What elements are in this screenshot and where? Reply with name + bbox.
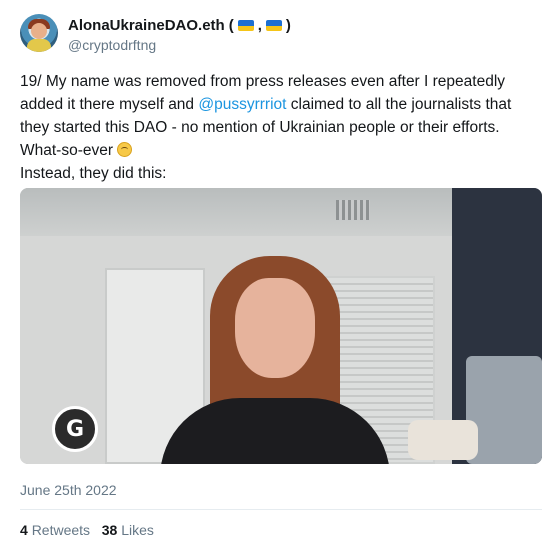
likes-count: 38 <box>101 522 118 538</box>
video-pillow <box>408 420 478 460</box>
tweet-text-last-line: Instead, they did this: <box>20 165 167 182</box>
channel-logo-icon: G <box>52 406 98 452</box>
retweets-label: Retweets <box>31 522 91 538</box>
tweet-date[interactable]: June 25th 2022 <box>20 482 117 498</box>
video-vent <box>336 200 370 220</box>
flags-open-paren: ( <box>228 17 234 34</box>
author-display-name[interactable]: AlonaUkraineDAO.eth <box>68 17 225 34</box>
ukraine-flag-icon <box>265 20 282 31</box>
video-person <box>140 248 400 464</box>
video-player[interactable]: G <box>20 188 542 464</box>
likes-stat[interactable]: 38 Likes <box>102 522 154 538</box>
likes-label: Likes <box>121 522 154 538</box>
ukraine-flag-icon <box>237 20 254 31</box>
mention-link[interactable]: @pussyrrriot <box>198 96 286 113</box>
tweet-card: AlonaUkraineDAO.eth ( , ) @cryptodrftng … <box>0 0 553 549</box>
person-torso <box>160 398 390 464</box>
avatar[interactable] <box>20 14 58 52</box>
divider <box>20 509 542 510</box>
flags-separator: , <box>257 17 262 34</box>
person-face <box>235 278 315 378</box>
tweet-text: 19/ My name was removed from press relea… <box>20 70 535 185</box>
avatar-face <box>31 23 47 39</box>
retweets-count: 4 <box>20 522 28 538</box>
author-name-row[interactable]: AlonaUkraineDAO.eth ( , ) <box>68 17 291 34</box>
upside-down-face-emoji-icon <box>117 142 133 157</box>
flags-close-paren: ) <box>285 17 291 34</box>
avatar-body <box>27 39 51 52</box>
retweets-stat[interactable]: 4 Retweets <box>20 522 90 538</box>
author-handle[interactable]: @cryptodrftng <box>68 37 156 53</box>
tweet-stats: 4 Retweets 38 Likes <box>20 522 154 538</box>
